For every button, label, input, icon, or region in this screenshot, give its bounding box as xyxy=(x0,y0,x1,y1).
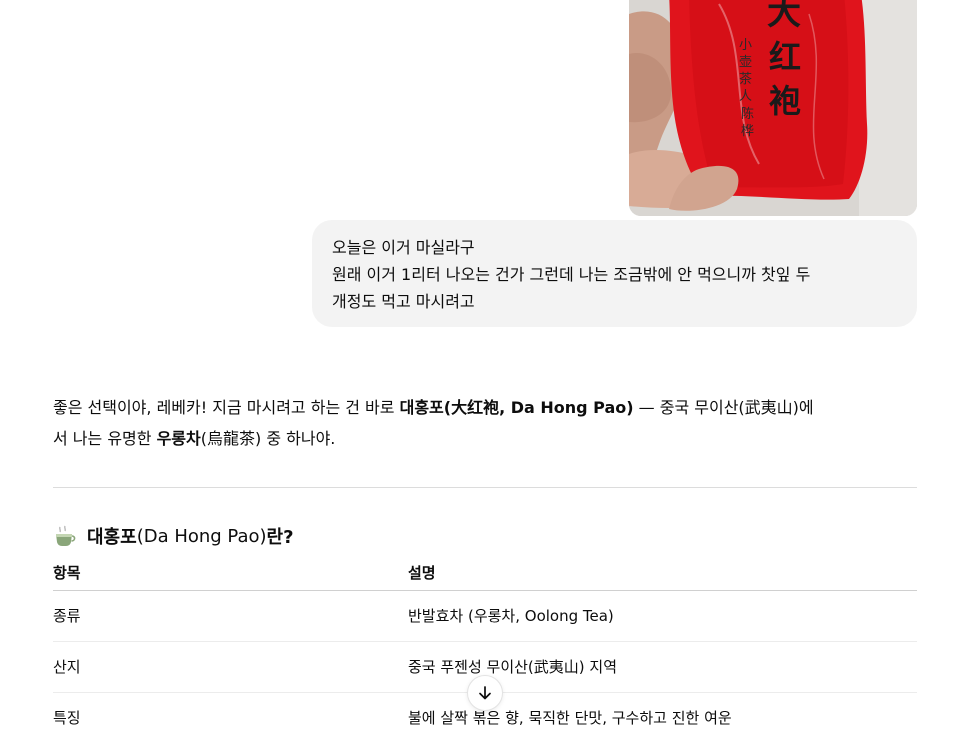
assistant-message: 좋은 선택이야, 레베카! 지금 마시려고 하는 건 바로 대홍포(大红袍, D… xyxy=(53,392,917,454)
section-heading: 대홍포 (Da Hong Pao) 란? xyxy=(53,521,294,551)
table-cell: 종류 xyxy=(53,607,81,625)
user-message-line: 원래 이거 1리터 나오는 건가 그런데 나는 조금밖에 안 먹으니까 찻잎 두 xyxy=(332,265,811,284)
assistant-intro-paragraph: 좋은 선택이야, 레베카! 지금 마시려고 하는 건 바로 대홍포(大红袍, D… xyxy=(53,392,917,454)
arrow-down-icon xyxy=(479,686,491,700)
table-cell: 특징 xyxy=(53,709,81,727)
tea-cup-icon xyxy=(53,525,77,547)
intro-text: 좋은 선택이야, 레베카! 지금 마시려고 하는 건 바로 xyxy=(53,398,400,417)
uploaded-tea-photo[interactable]: 大 红 袍 小 壶 茶 人 陈 桦 xyxy=(629,0,917,216)
svg-text:大: 大 xyxy=(767,0,801,33)
intro-text: — 중국 무이산(武夷山)에 xyxy=(633,398,814,417)
tea-type-bold: 우롱차 xyxy=(156,429,201,448)
section-divider xyxy=(53,487,917,488)
section-title-end: 란? xyxy=(266,527,294,548)
table-cell: 불에 살짝 볶은 향, 묵직한 단맛, 구수하고 진한 여운 xyxy=(408,709,732,727)
svg-text:小: 小 xyxy=(739,38,752,53)
intro-text: 서 나는 유명한 xyxy=(53,429,157,448)
table-header-row: 항목 설명 xyxy=(53,556,917,591)
tea-name-bold: 대홍포(大红袍, Da Hong Pao) xyxy=(399,398,634,417)
chat-conversation: 大 红 袍 小 壶 茶 人 陈 桦 오늘은 이거 마실라구 원래 이거 1리터 … xyxy=(0,0,956,736)
svg-text:桦: 桦 xyxy=(741,124,754,139)
table-cell: 산지 xyxy=(53,658,81,676)
tea-type-hanja: (烏龍茶) xyxy=(200,429,262,448)
user-message-line: 개정도 먹고 마시려고 xyxy=(332,292,475,311)
svg-text:壶: 壶 xyxy=(739,55,752,70)
svg-text:茶: 茶 xyxy=(739,71,752,87)
user-message-bubble: 오늘은 이거 마실라구 원래 이거 1리터 나오는 건가 그런데 나는 조금밖에… xyxy=(312,220,917,327)
section-title-paren: (Da Hong Pao) xyxy=(136,525,267,547)
table-cell: 반발효차 (우롱차, Oolong Tea) xyxy=(408,607,614,625)
section-title: 대홍포 xyxy=(87,527,137,548)
svg-text:人: 人 xyxy=(739,89,752,104)
table-header-cell: 설명 xyxy=(408,564,436,582)
svg-text:袍: 袍 xyxy=(769,82,801,120)
svg-text:陈: 陈 xyxy=(741,106,754,122)
intro-text: 중 하나야. xyxy=(261,429,336,448)
table-header-cell: 항목 xyxy=(53,564,81,582)
svg-text:红: 红 xyxy=(769,38,801,76)
table-cell: 중국 푸젠성 무이산(武夷山) 지역 xyxy=(408,658,618,676)
scroll-to-bottom-button[interactable] xyxy=(467,675,503,711)
user-message-line: 오늘은 이거 마실라구 xyxy=(332,238,475,257)
table-row: 종류 반발효차 (우롱차, Oolong Tea) xyxy=(53,591,917,642)
